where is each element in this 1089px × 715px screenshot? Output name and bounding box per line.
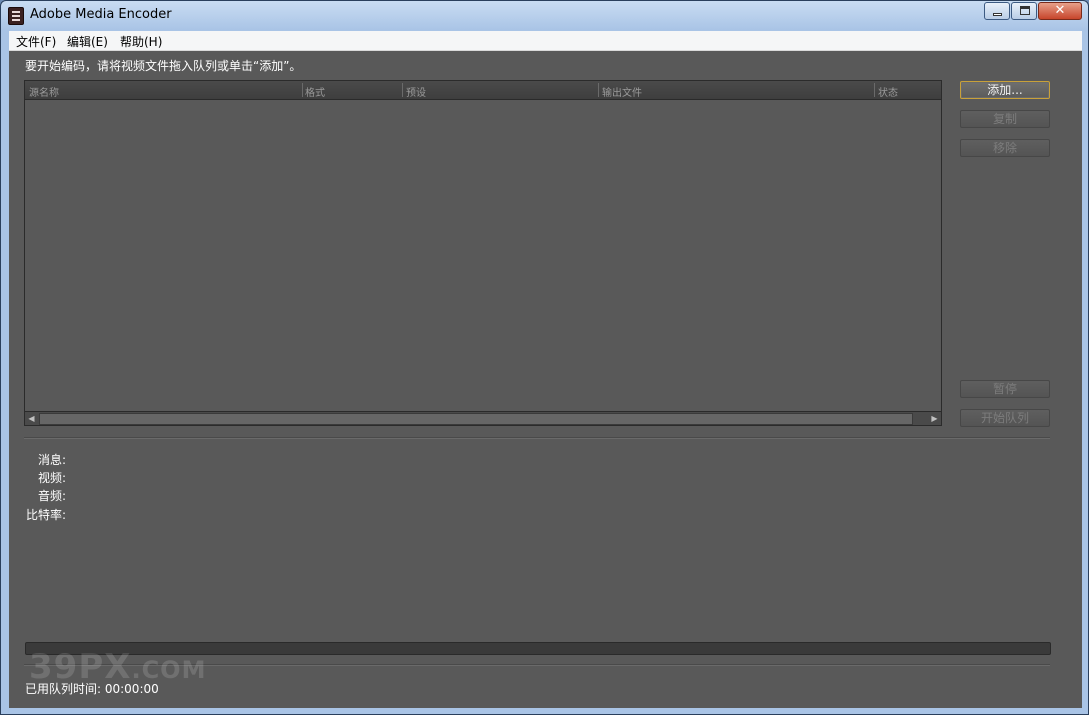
horizontal-scrollbar[interactable]: ◀ ▶ xyxy=(25,411,941,425)
maximize-icon xyxy=(1020,6,1030,15)
pause-button[interactable]: 暂停 xyxy=(960,380,1050,398)
app-window: Adobe Media Encoder ✕ 文件(F) 编辑(E) 帮助(H) … xyxy=(0,0,1089,715)
column-source-name[interactable]: 源名称 xyxy=(29,84,59,99)
menu-bar: 文件(F) 编辑(E) 帮助(H) xyxy=(9,31,1082,51)
window-controls: ✕ xyxy=(984,2,1082,20)
scrollbar-thumb[interactable] xyxy=(39,413,913,425)
menu-edit[interactable]: 编辑(E) xyxy=(67,33,108,50)
remove-button[interactable]: 移除 xyxy=(960,139,1050,157)
column-status[interactable]: 状态 xyxy=(878,84,898,99)
bitrate-label: 比特率: xyxy=(25,508,66,522)
close-button[interactable]: ✕ xyxy=(1038,2,1082,20)
video-label: 视频: xyxy=(37,471,66,485)
queue-header: 源名称 格式 预设 输出文件 状态 xyxy=(25,81,941,100)
main-panel: 要开始编码，请将视频文件拖入队列或单击“添加”。 源名称 格式 预设 输出文件 … xyxy=(9,51,1082,708)
scroll-right-icon[interactable]: ▶ xyxy=(928,412,941,425)
start-queue-button[interactable]: 开始队列 xyxy=(960,409,1050,427)
column-separator[interactable] xyxy=(598,83,599,97)
scroll-left-icon[interactable]: ◀ xyxy=(25,412,38,425)
message-label: 消息: xyxy=(37,453,66,467)
instruction-text: 要开始编码，请将视频文件拖入队列或单击“添加”。 xyxy=(25,59,302,73)
menu-file[interactable]: 文件(F) xyxy=(16,33,56,50)
minimize-button[interactable] xyxy=(984,2,1010,20)
app-icon[interactable] xyxy=(8,7,24,25)
audio-label: 音频: xyxy=(37,489,66,503)
column-separator[interactable] xyxy=(402,83,403,97)
column-separator[interactable] xyxy=(874,83,875,97)
add-button[interactable]: 添加... xyxy=(960,81,1050,99)
divider xyxy=(24,437,1050,439)
minimize-icon xyxy=(993,13,1002,16)
encode-queue[interactable]: 源名称 格式 预设 输出文件 状态 ◀ ▶ xyxy=(24,80,942,426)
title-bar[interactable]: Adobe Media Encoder ✕ xyxy=(1,1,1088,31)
column-separator[interactable] xyxy=(302,83,303,97)
window-title: Adobe Media Encoder xyxy=(30,7,172,22)
duplicate-button[interactable]: 复制 xyxy=(960,110,1050,128)
column-output-file[interactable]: 输出文件 xyxy=(602,84,642,99)
maximize-button[interactable] xyxy=(1011,2,1037,20)
close-icon: ✕ xyxy=(1054,3,1066,18)
elapsed-queue-time: 已用队列时间: 00:00:00 xyxy=(25,682,159,696)
column-preset[interactable]: 预设 xyxy=(406,84,426,99)
menu-help[interactable]: 帮助(H) xyxy=(120,33,162,50)
column-format[interactable]: 格式 xyxy=(305,84,325,99)
